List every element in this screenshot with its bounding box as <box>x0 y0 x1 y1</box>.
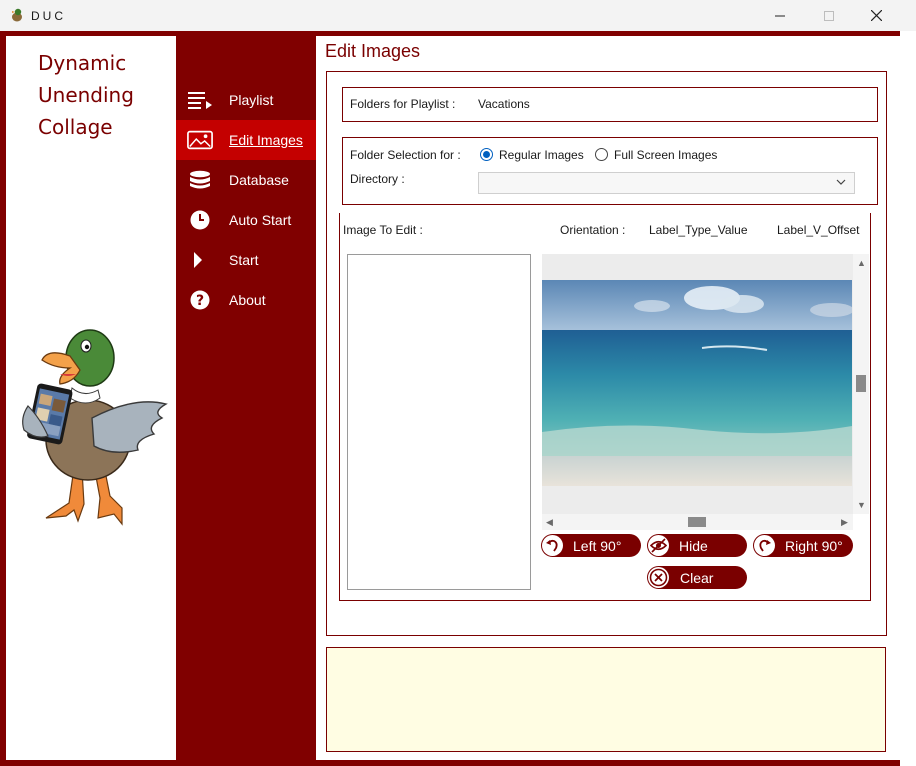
svg-text:?: ? <box>196 293 204 309</box>
rotate-left-button[interactable]: Left 90° <box>541 534 641 557</box>
nav-item-auto-start[interactable]: Auto Start <box>176 200 316 240</box>
logo-line-3: Collage <box>38 115 113 139</box>
image-list[interactable] <box>347 254 531 590</box>
scroll-down-icon[interactable]: ▼ <box>857 500 866 510</box>
minimize-icon <box>775 15 785 16</box>
nav-item-start[interactable]: Start <box>176 240 316 280</box>
directory-label: Directory : <box>350 172 405 186</box>
nav-item-database[interactable]: Database <box>176 160 316 200</box>
folder-selection-label: Folder Selection for : <box>350 148 461 162</box>
help-icon: ? <box>187 290 213 310</box>
label-type-value: Label_Type_Value <box>649 223 748 237</box>
directory-dropdown[interactable] <box>478 172 855 194</box>
rotate-left-label: Left 90° <box>573 537 622 554</box>
nav-label-about: About <box>229 292 266 308</box>
hide-label: Hide <box>679 537 708 554</box>
nav-item-about[interactable]: ? About <box>176 280 316 320</box>
sidebar-nav: Playlist Edit Images Database Auto Start… <box>176 80 316 320</box>
folders-for-playlist-value: Vacations <box>478 97 530 111</box>
nav-item-playlist[interactable]: Playlist <box>176 80 316 120</box>
folders-for-playlist-label: Folders for Playlist : <box>350 97 456 111</box>
nav-item-edit-images[interactable]: Edit Images <box>176 120 316 160</box>
orientation-label: Orientation : <box>560 223 626 237</box>
scroll-left-icon[interactable]: ◀ <box>546 517 553 527</box>
beach-photo-image <box>542 280 852 486</box>
label-v-offset: Label_V_Offset <box>777 223 860 237</box>
rotate-left-icon <box>542 535 563 556</box>
duck-mascot-image <box>22 329 168 526</box>
message-panel <box>326 647 886 752</box>
window-title: DUC <box>31 9 66 23</box>
hide-button[interactable]: Hide <box>647 534 747 557</box>
nav-label-start: Start <box>229 252 259 268</box>
scroll-up-icon[interactable]: ▲ <box>857 258 866 268</box>
rotate-right-icon <box>754 535 775 556</box>
app-logo-text: Dynamic Unending Collage <box>38 47 134 143</box>
regular-images-radio[interactable] <box>480 148 493 161</box>
rotate-right-button[interactable]: Right 90° <box>753 534 853 557</box>
maximize-button[interactable] <box>806 0 852 31</box>
clear-label: Clear <box>680 569 714 586</box>
minimize-button[interactable] <box>757 0 803 31</box>
maximize-icon <box>824 10 834 21</box>
image-icon <box>187 130 213 150</box>
rotate-right-label: Right 90° <box>785 537 843 554</box>
close-button[interactable] <box>853 0 899 31</box>
nav-label-edit-images: Edit Images <box>229 132 303 148</box>
horizontal-scroll-thumb[interactable] <box>688 517 706 527</box>
clear-button[interactable]: Clear <box>647 566 747 589</box>
clock-icon <box>187 210 213 230</box>
scroll-right-icon[interactable]: ▶ <box>841 517 848 527</box>
title-bar: DUC <box>0 0 916 31</box>
vertical-scroll-thumb[interactable] <box>856 375 866 392</box>
close-circle-icon <box>648 567 669 588</box>
logo-line-1: Dynamic <box>38 51 127 75</box>
nav-label-database: Database <box>229 172 289 188</box>
nav-label-auto-start: Auto Start <box>229 212 292 228</box>
play-icon <box>187 250 213 270</box>
nav-label-playlist: Playlist <box>229 92 274 108</box>
regular-images-label[interactable]: Regular Images <box>499 148 584 162</box>
full-screen-images-label[interactable]: Full Screen Images <box>614 148 717 162</box>
full-screen-images-radio[interactable] <box>595 148 608 161</box>
image-to-edit-label: Image To Edit : <box>343 223 423 237</box>
chevron-down-icon <box>836 179 846 185</box>
close-icon <box>870 10 882 21</box>
database-icon <box>187 170 213 190</box>
logo-line-2: Unending <box>38 83 134 107</box>
duck-app-icon <box>12 8 22 22</box>
page-title: Edit Images <box>325 41 421 61</box>
eye-hidden-icon <box>648 535 669 556</box>
playlist-icon <box>187 90 213 110</box>
